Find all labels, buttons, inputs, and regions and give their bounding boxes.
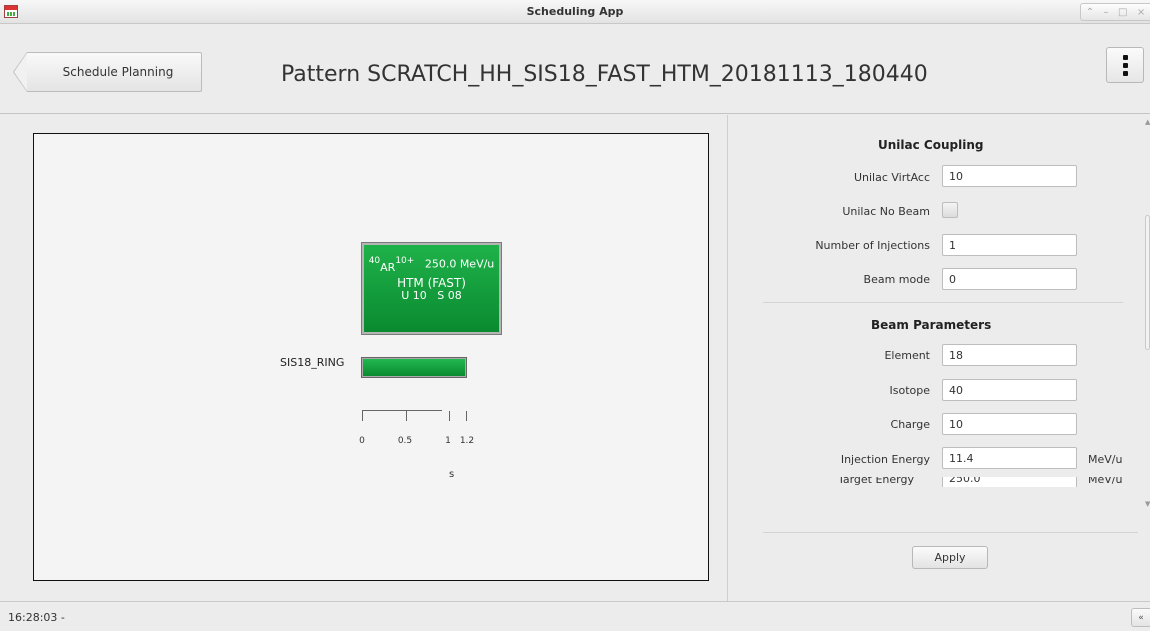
schedule-planning-back-button[interactable]: Schedule Planning	[13, 52, 202, 92]
expand-status-button[interactable]: «	[1131, 608, 1150, 627]
window-controls: ⌃ – □ ×	[1080, 3, 1150, 21]
unilac-no-beam-label: Unilac No Beam	[842, 205, 930, 218]
charge-input[interactable]	[942, 413, 1077, 435]
injection-energy-input[interactable]	[942, 447, 1077, 469]
ring-timeline-bar[interactable]	[361, 357, 467, 378]
minimize-icon[interactable]: –	[1104, 7, 1109, 18]
close-icon[interactable]: ×	[1137, 7, 1145, 18]
back-button-label: Schedule Planning	[62, 65, 174, 79]
beam-mode-input[interactable]	[942, 268, 1077, 290]
apply-button[interactable]: Apply	[912, 546, 988, 569]
beam-mode: HTM (FAST)	[397, 276, 466, 290]
form-footer-divider	[763, 532, 1138, 533]
injection-energy-unit: MeV/u	[1088, 453, 1123, 466]
beam-energy: 250.0 MeV/u	[424, 257, 495, 271]
axis-tick	[362, 411, 363, 421]
element-symbol: AR	[380, 260, 396, 274]
parameters-pane: Unilac Coupling Unilac VirtAcc Unilac No…	[729, 115, 1150, 601]
beam-block[interactable]: 40AR10+ 250.0 MeV/u HTM (FAST) U 10 S 08	[361, 242, 502, 335]
unilac-coupling-heading: Unilac Coupling	[878, 138, 984, 152]
status-text: 16:28:03 -	[8, 611, 65, 624]
charge-label: Charge	[890, 418, 930, 431]
more-menu-button[interactable]	[1106, 47, 1144, 83]
element-label: Element	[884, 349, 930, 362]
unilac-no-beam-checkbox[interactable]	[942, 202, 958, 218]
number-of-injections-input[interactable]	[942, 234, 1077, 256]
target-energy-unit: MeV/u	[1088, 477, 1123, 486]
target-energy-row: Target Energy MeV/u	[729, 477, 1134, 487]
time-axis	[362, 410, 467, 422]
beam-slots: U 10 S 08	[364, 289, 499, 302]
status-bar: 16:28:03 - «	[0, 601, 1150, 631]
axis-tick	[449, 411, 450, 421]
page-title: Pattern SCRATCH_HH_SIS18_FAST_HTM_201811…	[281, 62, 928, 87]
axis-tick-label: 1.2	[459, 436, 475, 446]
u-label: U 10	[401, 289, 427, 302]
element-input[interactable]	[942, 344, 1077, 366]
isotope-label: Isotope	[889, 384, 931, 397]
charge-state: 10+	[395, 256, 415, 266]
window-titlebar: Scheduling App ⌃ – □ ×	[0, 0, 1150, 24]
unilac-virtacc-input[interactable]	[942, 165, 1077, 187]
ring-label: SIS18_RING	[280, 356, 345, 369]
beam-parameters-heading: Beam Parameters	[871, 318, 992, 332]
scroll-down-icon[interactable]: ▼	[1145, 500, 1150, 508]
target-energy-input[interactable]	[942, 477, 1077, 487]
mass-number: 40	[368, 256, 381, 266]
axis-tick-label: 0	[359, 436, 365, 446]
more-vertical-icon-dot	[1122, 62, 1128, 68]
axis-unit: s	[449, 469, 455, 480]
beam-ion-line: 40AR10+ 250.0 MeV/u	[364, 256, 499, 274]
isotope-input[interactable]	[942, 379, 1077, 401]
target-energy-label: Target Energy	[837, 477, 914, 486]
axis-tick-label: 0.5	[397, 436, 413, 446]
unilac-virtacc-label: Unilac VirtAcc	[853, 171, 930, 184]
s-label: S 08	[437, 289, 462, 302]
number-of-injections-label: Number of Injections	[815, 239, 930, 252]
pattern-pane: 40AR10+ 250.0 MeV/u HTM (FAST) U 10 S 08…	[0, 115, 728, 601]
scrollbar-thumb[interactable]	[1145, 215, 1150, 350]
pattern-canvas: 40AR10+ 250.0 MeV/u HTM (FAST) U 10 S 08…	[33, 133, 709, 581]
maximize-icon[interactable]: ⌃	[1086, 7, 1094, 18]
back-arrow-icon	[13, 52, 27, 92]
axis-tick	[466, 411, 467, 421]
beam-mode-label: Beam mode	[863, 273, 930, 286]
restore-icon[interactable]: □	[1118, 7, 1127, 18]
axis-tick	[406, 411, 407, 421]
form-scrollbar[interactable]	[1143, 120, 1150, 505]
header: Schedule Planning Pattern SCRATCH_HH_SIS…	[0, 24, 1150, 114]
window-title: Scheduling App	[526, 5, 624, 18]
more-vertical-icon	[1122, 54, 1128, 60]
section-divider	[763, 302, 1123, 303]
more-vertical-icon-dot	[1122, 70, 1128, 76]
axis-tick-label: 1	[445, 436, 451, 446]
injection-energy-label: Injection Energy	[840, 453, 930, 466]
